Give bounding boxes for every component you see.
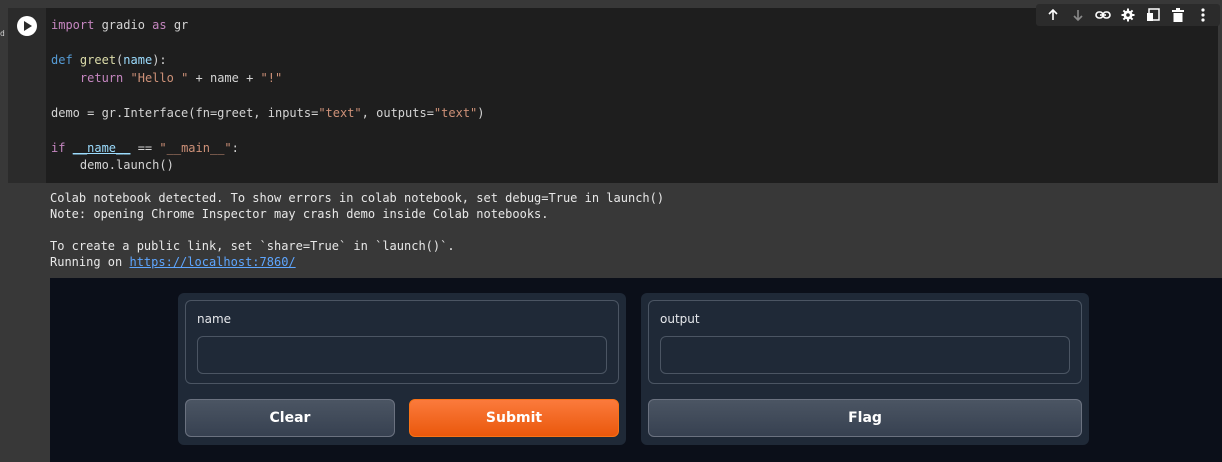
- output-label: output: [660, 312, 700, 326]
- trash-icon[interactable]: [1169, 6, 1187, 24]
- code-token: , outputs=: [361, 105, 434, 120]
- clear-button[interactable]: Clear: [185, 399, 395, 437]
- code-editor[interactable]: import gradio as gr def greet(name): ret…: [46, 8, 1218, 183]
- code-text[interactable]: import gradio as gr def greet(name): ret…: [51, 17, 485, 175]
- output-line: Note: opening Chrome Inspector may crash…: [50, 207, 549, 221]
- link-icon[interactable]: [1094, 6, 1112, 24]
- play-icon: [24, 21, 32, 31]
- code-token: "text": [433, 105, 478, 120]
- output-line-prefix: Running on: [50, 255, 130, 269]
- code-token: greet: [79, 53, 117, 67]
- output-textbox-block: output: [648, 300, 1082, 384]
- code-token: if: [51, 140, 66, 155]
- output-box[interactable]: [660, 336, 1070, 374]
- gear-icon[interactable]: [1119, 6, 1137, 24]
- code-token: ==: [130, 140, 160, 155]
- code-token: :: [231, 140, 239, 155]
- submit-button[interactable]: Submit: [409, 399, 619, 437]
- output-panel: output Flag: [641, 293, 1089, 445]
- cell-toolbar: [1036, 4, 1220, 26]
- code-token: name: [123, 53, 153, 67]
- code-token: "__main__": [159, 140, 232, 155]
- gradio-app: name Clear Submit output Flag: [50, 278, 1222, 462]
- cell-output: Colab notebook detected. To show errors …: [50, 190, 664, 270]
- code-token: ): [477, 105, 485, 120]
- run-cell-button[interactable]: [17, 16, 37, 36]
- arrow-down-icon[interactable]: [1069, 6, 1087, 24]
- code-token: "text": [318, 105, 362, 120]
- more-vertical-icon[interactable]: [1194, 6, 1212, 24]
- code-token: def: [51, 53, 73, 67]
- code-token: "!": [260, 70, 283, 85]
- code-token: return: [79, 70, 124, 85]
- name-input[interactable]: [197, 336, 607, 374]
- code-token: __name__: [72, 140, 131, 155]
- code-token: "Hello ": [130, 70, 189, 85]
- code-token: demo = gr.Interface(fn=greet, inputs=: [51, 105, 319, 120]
- output-line: To create a public link, set `share=True…: [50, 239, 455, 253]
- code-token: gr: [166, 18, 189, 32]
- code-token: import: [51, 18, 95, 32]
- name-textbox-block: name: [185, 300, 619, 384]
- code-token: ):: [152, 53, 167, 67]
- mirror-cell-icon[interactable]: [1144, 6, 1162, 24]
- output-line: Colab notebook detected. To show errors …: [50, 191, 665, 205]
- code-token: demo.launch(): [51, 158, 174, 172]
- execution-marker: d: [0, 29, 5, 38]
- flag-button[interactable]: Flag: [648, 399, 1082, 437]
- code-token: as: [152, 18, 167, 32]
- input-panel: name Clear Submit: [178, 293, 626, 445]
- arrow-up-icon[interactable]: [1044, 6, 1062, 24]
- code-token: + name +: [188, 70, 261, 85]
- localhost-link[interactable]: https://localhost:7860/: [129, 255, 295, 269]
- code-token: gradio: [94, 18, 153, 32]
- name-label: name: [197, 312, 232, 326]
